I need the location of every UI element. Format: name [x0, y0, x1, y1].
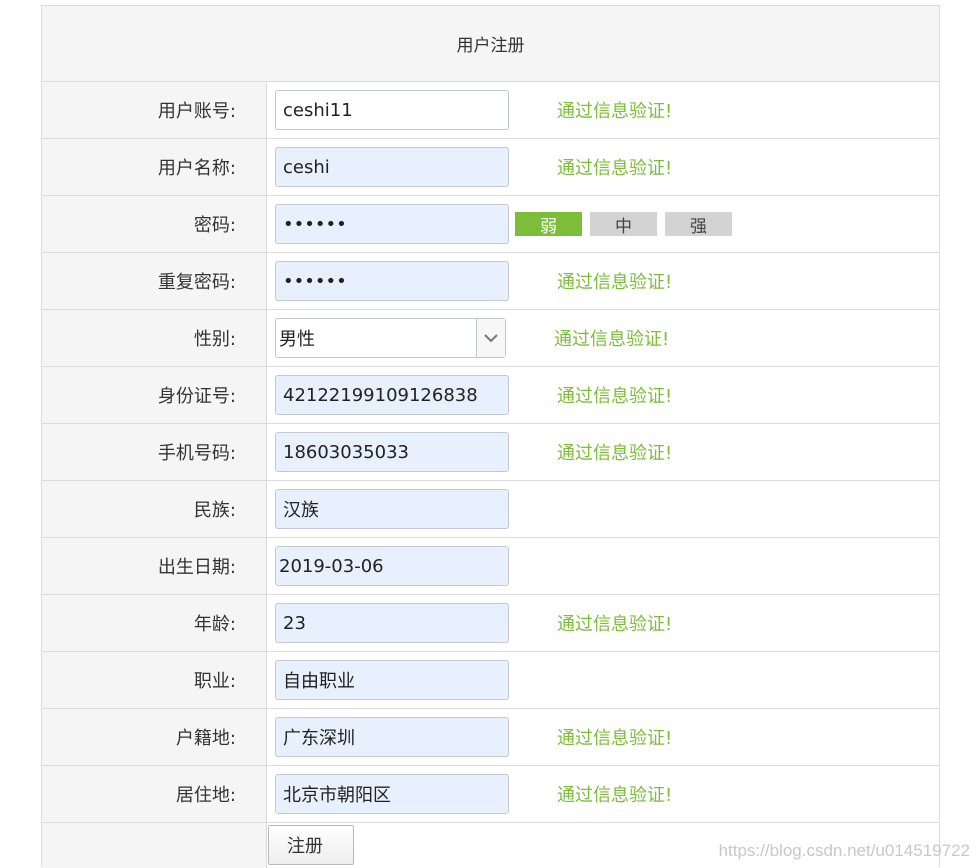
id-number-valid-msg: 通过信息验证! [557, 382, 672, 408]
phone-input[interactable] [275, 432, 509, 472]
username-valid-msg: 通过信息验证! [557, 154, 672, 180]
age-input[interactable] [275, 603, 509, 643]
row-account: 用户账号: 通过信息验证! [42, 82, 939, 139]
hometown-input[interactable] [275, 717, 509, 757]
row-id-number: 身份证号: 通过信息验证! [42, 367, 939, 424]
confirm-password-valid-msg: 通过信息验证! [557, 268, 672, 294]
row-birthdate: 出生日期: [42, 538, 939, 595]
row-residence: 居住地: 通过信息验证! [42, 766, 939, 823]
password-input[interactable] [275, 204, 509, 244]
row-ethnicity: 民族: [42, 481, 939, 538]
password-label: 密码: [42, 196, 267, 252]
residence-input[interactable] [275, 774, 509, 814]
hometown-label: 户籍地: [42, 709, 267, 765]
confirm-password-input[interactable] [275, 261, 509, 301]
strength-strong: 强 [665, 212, 732, 236]
username-label: 用户名称: [42, 139, 267, 195]
occupation-input[interactable] [275, 660, 509, 700]
strength-weak: 弱 [515, 212, 582, 236]
hometown-valid-msg: 通过信息验证! [557, 724, 672, 750]
row-phone: 手机号码: 通过信息验证! [42, 424, 939, 481]
password-strength-meter: 弱 中 强 [515, 212, 732, 236]
strength-medium: 中 [590, 212, 657, 236]
gender-select[interactable]: 男性 [275, 318, 506, 358]
row-hometown: 户籍地: 通过信息验证! [42, 709, 939, 766]
submit-label-cell [42, 823, 267, 868]
age-valid-msg: 通过信息验证! [557, 610, 672, 636]
id-number-label: 身份证号: [42, 367, 267, 423]
watermark-text: https://blog.csdn.net/u014519722 [719, 841, 970, 861]
row-gender: 性别: 男性 通过信息验证! [42, 310, 939, 367]
register-form: 用户注册 用户账号: 通过信息验证! 用户名称: 通过信息验证! 密码: 弱 中… [41, 5, 940, 867]
phone-valid-msg: 通过信息验证! [557, 439, 672, 465]
residence-valid-msg: 通过信息验证! [557, 781, 672, 807]
confirm-password-label: 重复密码: [42, 253, 267, 309]
account-input[interactable] [275, 90, 509, 130]
id-number-input[interactable] [275, 375, 509, 415]
row-age: 年龄: 通过信息验证! [42, 595, 939, 652]
register-button[interactable]: 注册 [268, 825, 354, 865]
gender-valid-msg: 通过信息验证! [554, 325, 669, 351]
ethnicity-label: 民族: [42, 481, 267, 537]
age-label: 年龄: [42, 595, 267, 651]
row-password: 密码: 弱 中 强 [42, 196, 939, 253]
form-title: 用户注册 [42, 6, 939, 82]
row-occupation: 职业: [42, 652, 939, 709]
username-input[interactable] [275, 147, 509, 187]
birthdate-input[interactable] [275, 546, 509, 586]
gender-label: 性别: [42, 310, 267, 366]
row-confirm-password: 重复密码: 通过信息验证! [42, 253, 939, 310]
phone-label: 手机号码: [42, 424, 267, 480]
chevron-down-icon[interactable] [476, 319, 505, 357]
account-label: 用户账号: [42, 82, 267, 138]
ethnicity-input[interactable] [275, 489, 509, 529]
occupation-label: 职业: [42, 652, 267, 708]
gender-selected-value: 男性 [279, 325, 315, 351]
account-valid-msg: 通过信息验证! [557, 97, 672, 123]
birthdate-label: 出生日期: [42, 538, 267, 594]
row-username: 用户名称: 通过信息验证! [42, 139, 939, 196]
residence-label: 居住地: [42, 766, 267, 822]
